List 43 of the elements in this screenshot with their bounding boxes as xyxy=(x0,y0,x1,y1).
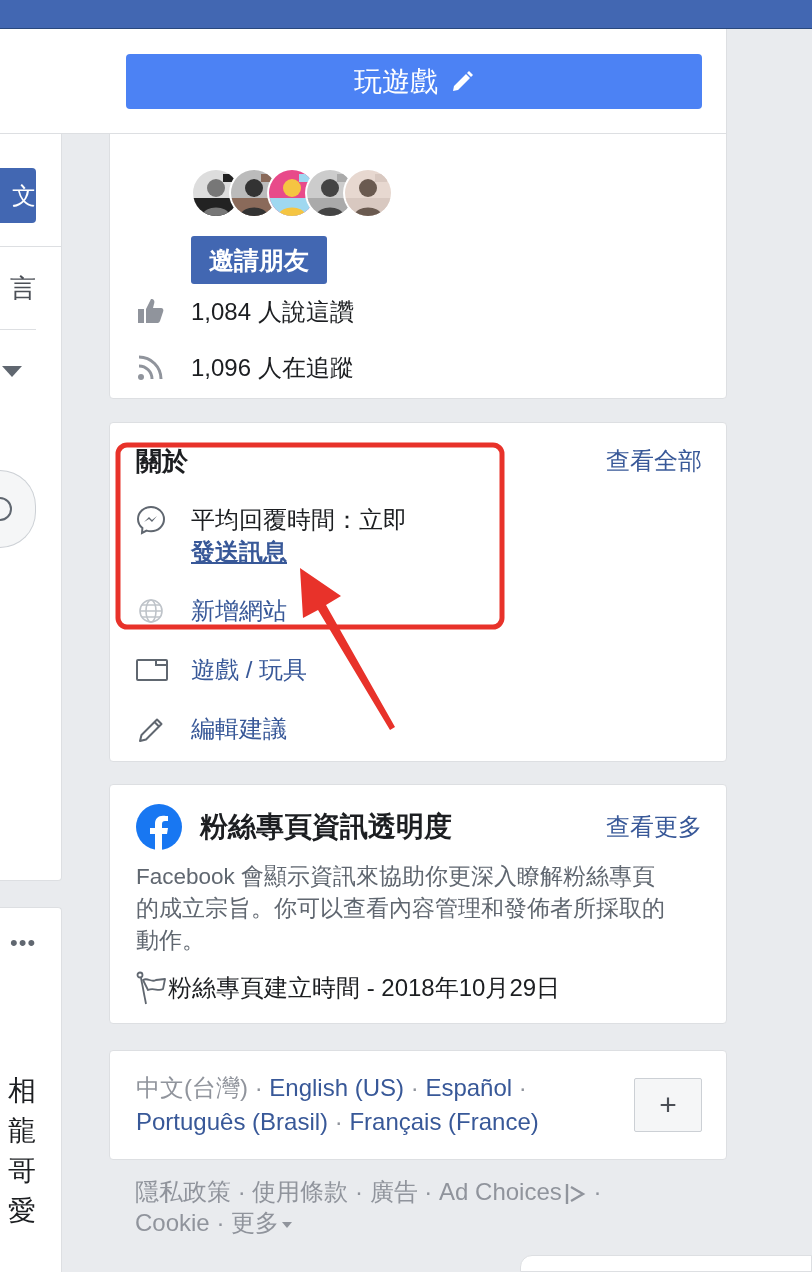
description-text: Facebook 會顯示資訊來協助你更深入瞭解粉絲專頁的成立宗旨。你可以查看內容管理和發佈者所採取的動作。 xyxy=(136,863,666,955)
separator-dot: · xyxy=(424,1178,433,1205)
add-website-link[interactable]: 新增網站 xyxy=(191,595,287,627)
messenger-icon xyxy=(136,505,168,535)
send-message-link[interactable]: 發送訊息 xyxy=(191,535,407,569)
suggest-edits-link[interactable]: 編輯建議 xyxy=(191,713,287,745)
invite-friends-button[interactable]: 邀請朋友 xyxy=(191,236,327,284)
separator-dot: · xyxy=(518,1074,527,1101)
post-text: 龍 xyxy=(7,1114,36,1148)
language-link[interactable]: Français (France) xyxy=(349,1108,539,1135)
see-all-link[interactable]: 查看全部 xyxy=(606,445,702,477)
caret-icon xyxy=(282,1221,293,1228)
category-link[interactable]: 遊戲 / 玩具 xyxy=(191,654,307,686)
section-title: 關於 xyxy=(136,444,188,478)
caret-icon xyxy=(2,366,22,378)
page-created-date: 粉絲專頁建立時間 - 2018年10月29日 xyxy=(168,973,561,1003)
comments-tab[interactable]: 言 xyxy=(0,247,36,329)
see-more-link[interactable]: 查看更多 xyxy=(606,811,702,843)
separator-dot: · xyxy=(254,1074,263,1101)
separator-dot: · xyxy=(593,1178,602,1205)
language-link[interactable]: Português (Brasil) xyxy=(136,1108,329,1135)
add-language-button[interactable]: + xyxy=(634,1078,702,1132)
play-game-button[interactable]: 玩遊戲 xyxy=(126,54,702,109)
post-text: 相 xyxy=(7,1074,36,1108)
separator-dot: · xyxy=(216,1209,225,1236)
flag-icon xyxy=(136,971,168,1005)
separator-dot: · xyxy=(410,1074,419,1101)
separator-dot: · xyxy=(334,1108,343,1135)
action-button[interactable]: 文 xyxy=(0,168,36,223)
more-options-button[interactable]: ••• xyxy=(10,930,37,956)
separator-dot: · xyxy=(237,1178,246,1205)
language-link[interactable]: English (US) xyxy=(269,1074,405,1101)
likes-count: 1,084 人說這讚 xyxy=(191,297,354,327)
facebook-logo-icon xyxy=(136,804,182,850)
pencil-icon xyxy=(450,69,474,94)
language-link[interactable]: Español xyxy=(425,1074,513,1101)
post-text: 哥 xyxy=(7,1154,36,1188)
ad-choices-icon xyxy=(564,1181,587,1206)
post-text: 愛 xyxy=(7,1194,36,1228)
response-time-text: 平均回覆時間：立即 xyxy=(191,505,407,535)
followers-count: 1,096 人在追蹤 xyxy=(191,353,354,383)
section-title: 粉絲專頁資訊透明度 xyxy=(200,810,452,844)
separator-dot: · xyxy=(355,1178,363,1205)
